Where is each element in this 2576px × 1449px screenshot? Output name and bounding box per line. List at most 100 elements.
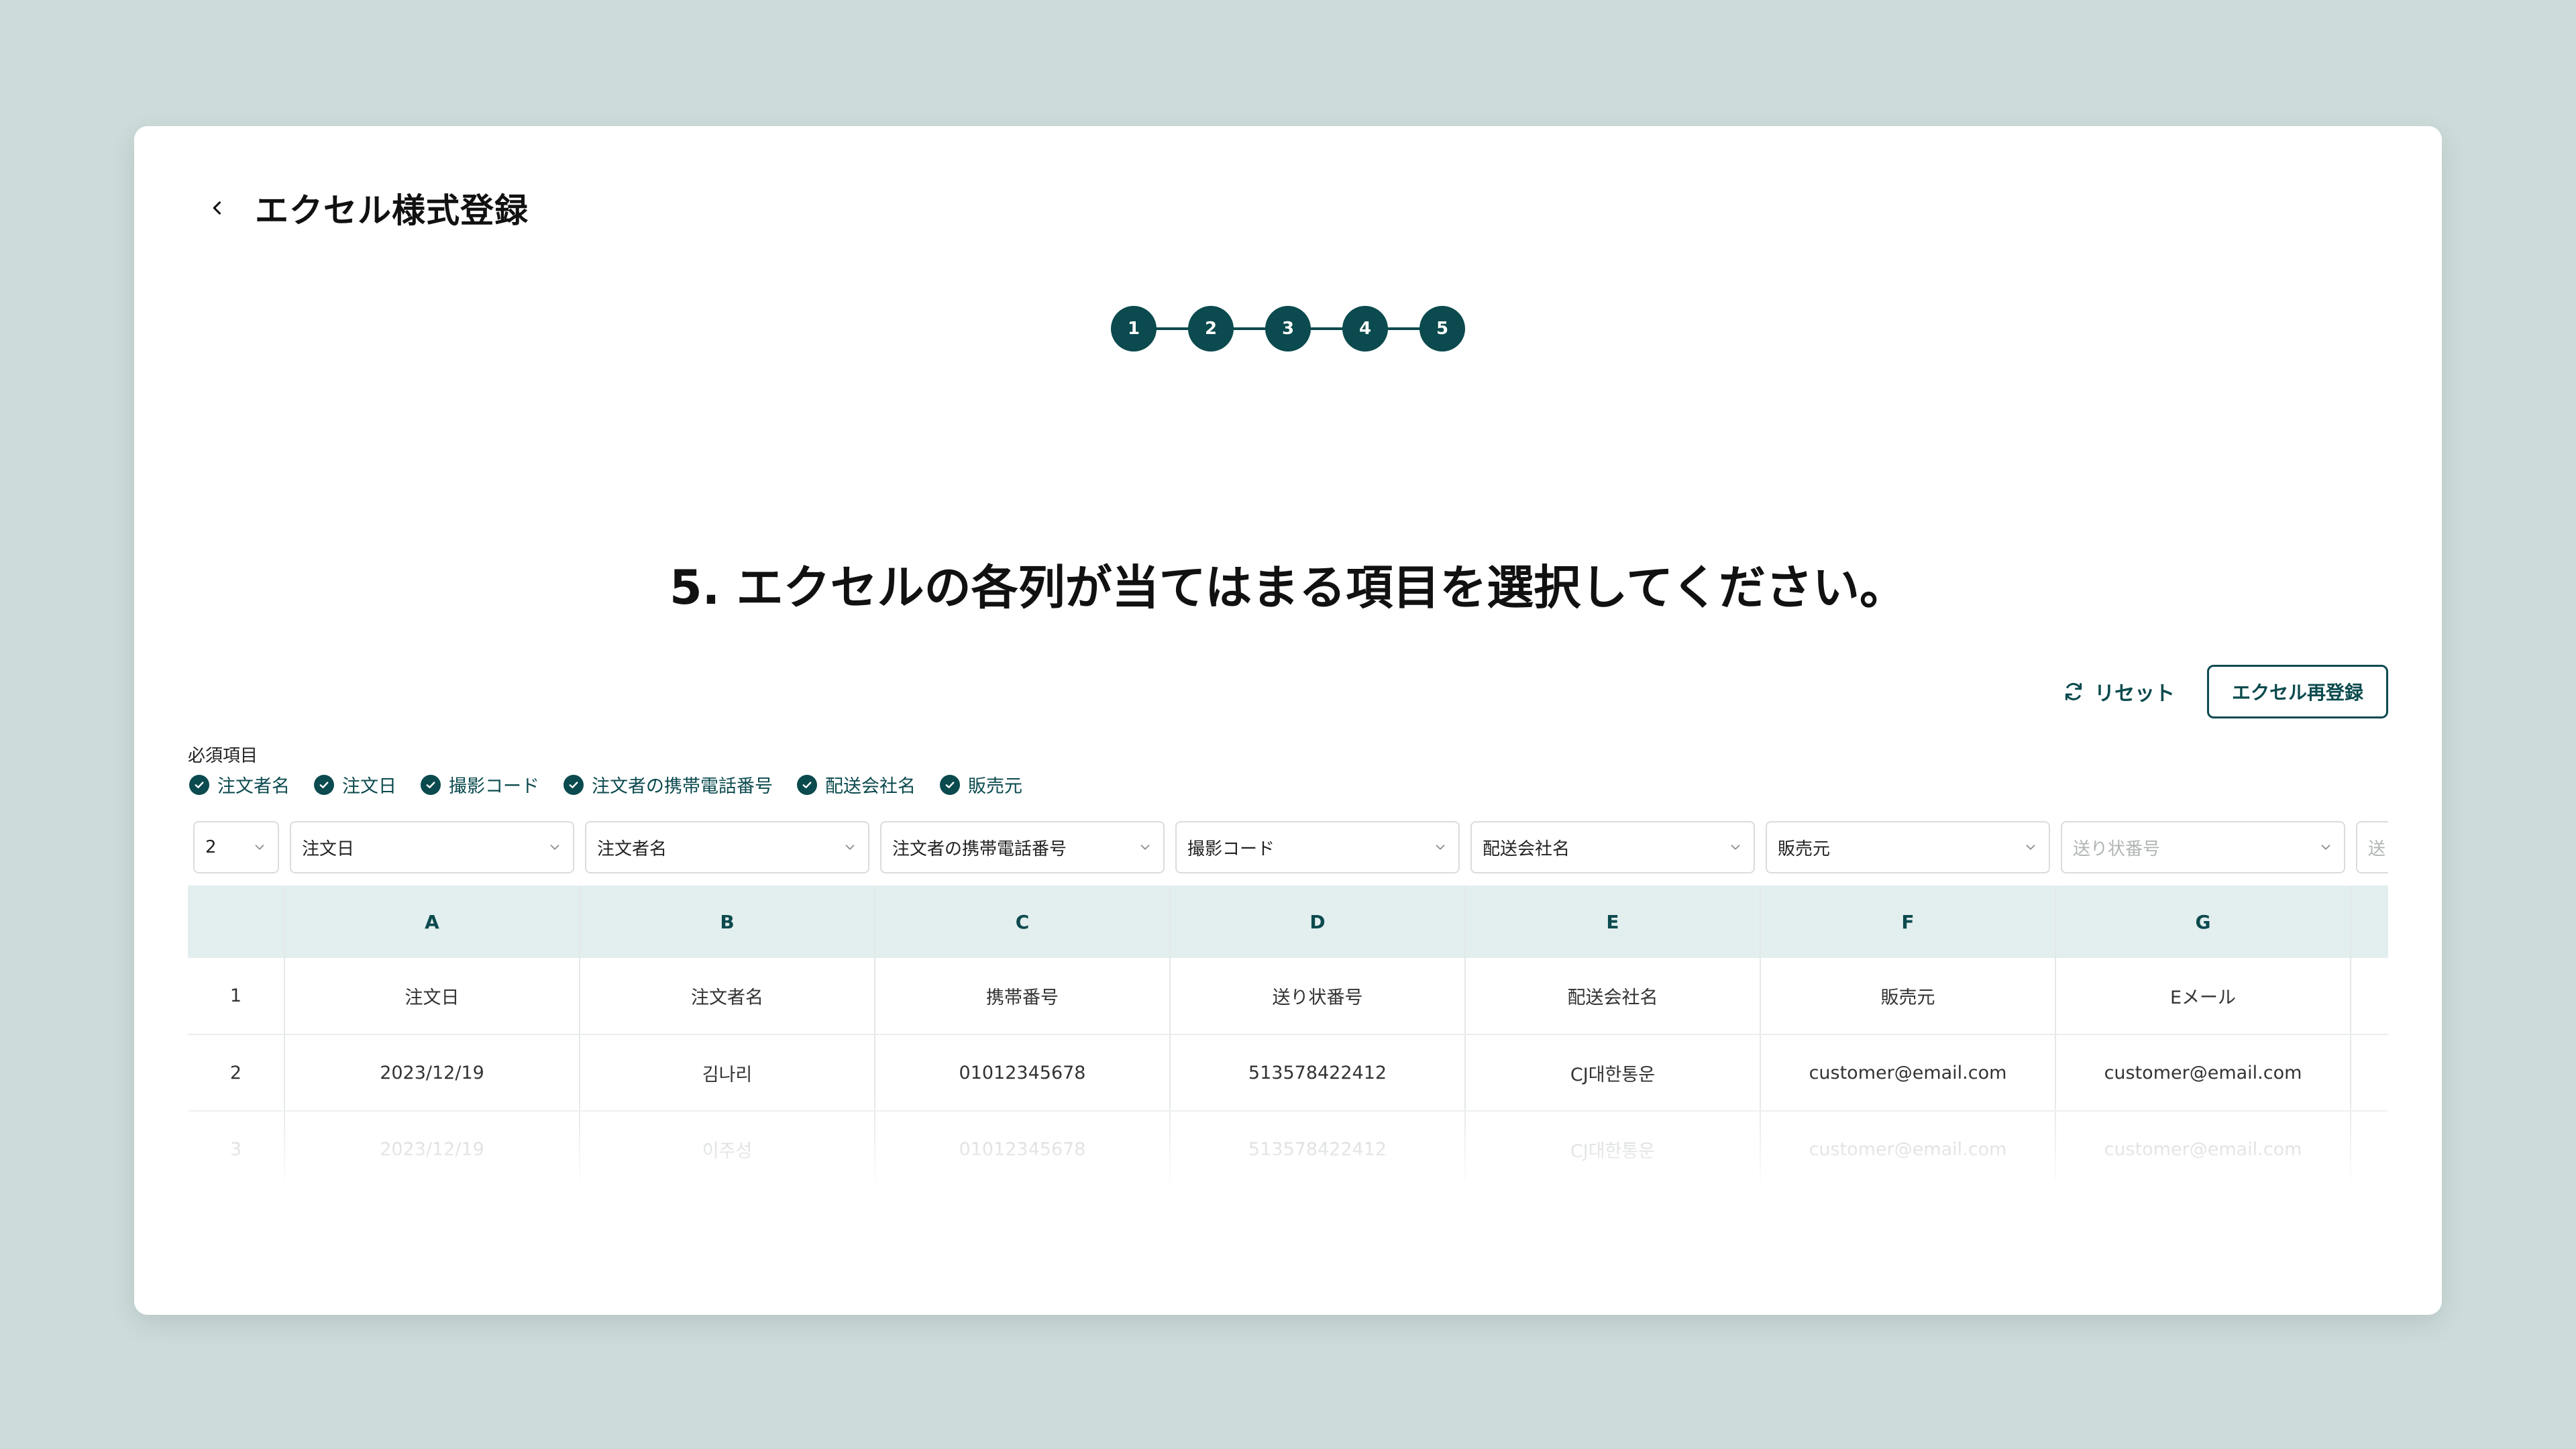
column-select-c[interactable]: 注文者の携帯電話番号: [880, 821, 1165, 873]
required-item-label: 注文者名: [217, 776, 290, 797]
table-row: 3 2023/12/19 이주성 01012345678 51357842241…: [188, 1111, 2388, 1181]
chevron-down-icon: [845, 845, 855, 850]
check-circle-icon: [940, 774, 960, 795]
chevron-down-icon: [1436, 845, 1445, 850]
check-circle-icon: [314, 774, 334, 795]
select-value: 2: [205, 837, 217, 857]
chevron-left-icon: [213, 201, 221, 215]
required-item: 撮影コード: [421, 771, 539, 798]
table-row: 2 2023/12/19 김나리 01012345678 51357842241…: [188, 1034, 2388, 1112]
chevron-down-icon: [255, 845, 264, 850]
table-cell: 01012345678: [875, 1111, 1171, 1181]
table-header-row: A B C D E F G: [188, 885, 2388, 958]
table-cell: customer@email.com: [2055, 1034, 2351, 1112]
step-5[interactable]: 5: [1419, 306, 1465, 352]
header-cell: E: [1465, 885, 1761, 958]
column-select-g[interactable]: 送り状番号: [2061, 821, 2345, 873]
column-select-b[interactable]: 注文者名: [585, 821, 869, 873]
column-select-a[interactable]: 注文日: [290, 821, 574, 873]
row-index: 3: [188, 1111, 285, 1181]
header: エクセル様式登録: [199, 174, 529, 241]
table-cell: 販売元: [1760, 958, 2056, 1035]
required-item: 注文日: [314, 771, 396, 798]
header-cell: G: [2055, 885, 2351, 958]
column-select-h[interactable]: 送り状: [2356, 821, 2388, 873]
check-circle-icon: [564, 774, 584, 795]
header-cell: B: [580, 885, 875, 958]
chevron-down-icon: [1140, 845, 1150, 850]
chevron-down-icon: [1731, 845, 1740, 850]
required-fields-label: 必須項目: [188, 746, 258, 766]
action-bar: リセット エクセル再登録: [2062, 665, 2388, 718]
table-cell: 配送会社名: [1465, 958, 1761, 1035]
step-2[interactable]: 2: [1188, 306, 1234, 352]
table-cell: 01012345678: [875, 1034, 1171, 1112]
check-circle-icon: [421, 774, 441, 795]
excel-preview-table: A B C D E F G 1 注文日 注文者名 携帯番号 送り状番号 配送会社…: [188, 885, 2388, 1181]
step-3[interactable]: 3: [1265, 306, 1311, 352]
table-cell: 2023/12/19: [284, 1034, 580, 1112]
required-item: 配送会社名: [797, 771, 916, 798]
select-placeholder: 送り状番号: [2073, 839, 2161, 859]
modal-card: エクセル様式登録 1 2 3 4 5 5. エクセルの各列が当てはまる項目を選択…: [134, 126, 2442, 1315]
step-4[interactable]: 4: [1342, 306, 1388, 352]
table-cell: [2351, 1111, 2388, 1181]
column-select-e[interactable]: 配送会社名: [1470, 821, 1755, 873]
table-cell: 김나리: [580, 1034, 875, 1112]
back-button[interactable]: [199, 189, 236, 227]
preview-table: A B C D E F G 1 注文日 注文者名 携帯番号 送り状番号 配送会社…: [188, 885, 2388, 1181]
select-value: 配送会社名: [1483, 839, 1570, 859]
required-item-label: 販売元: [968, 776, 1022, 797]
select-value: 注文者の携帯電話番号: [892, 839, 1067, 859]
select-value: 注文日: [302, 839, 355, 859]
table-cell: Eメール: [2055, 958, 2351, 1035]
select-placeholder: 送り状: [2368, 839, 2388, 859]
table-cell: 513578422412: [1170, 1111, 1466, 1181]
row-start-select[interactable]: 2: [193, 821, 279, 873]
column-mapping-selects: 2 注文日 注文者名 注文者の携帯電話番号 撮影コード 配送会社名 販売元 送り…: [188, 821, 2388, 875]
table-row: 1 注文日 注文者名 携帯番号 送り状番号 配送会社名 販売元 Eメール: [188, 958, 2388, 1035]
required-item: 注文者の携帯電話番号: [564, 771, 773, 798]
check-circle-icon: [797, 774, 817, 795]
check-circle-icon: [189, 774, 209, 795]
table-cell: CJ대한통운: [1465, 1034, 1761, 1112]
row-index: 2: [188, 1034, 285, 1112]
required-fields-list: 注文者名 注文日 撮影コード 注文者の携帯電話番号 配送会社名 販売元: [189, 771, 1022, 798]
select-value: 注文者名: [597, 839, 667, 859]
table-cell: 携帯番号: [875, 958, 1171, 1035]
column-select-d[interactable]: 撮影コード: [1175, 821, 1460, 873]
step-question: 5. エクセルの各列が当てはまる項目を選択してください。: [669, 560, 1907, 615]
chevron-down-icon: [550, 845, 559, 850]
column-select-f[interactable]: 販売元: [1766, 821, 2050, 873]
table-cell: [2351, 958, 2388, 1035]
required-item-label: 注文者の携帯電話番号: [592, 776, 773, 797]
table-cell: 送り状番号: [1170, 958, 1466, 1035]
header-cell: C: [875, 885, 1171, 958]
table-cell: customer@email.com: [1760, 1111, 2056, 1181]
page-title: エクセル様式登録: [255, 191, 529, 230]
step-1[interactable]: 1: [1111, 306, 1157, 352]
table-cell: 注文日: [284, 958, 580, 1035]
reset-button[interactable]: リセット: [2062, 677, 2175, 706]
stepper: 1 2 3 4 5: [1111, 306, 1465, 352]
row-index: 1: [188, 958, 285, 1035]
table-cell: CJ대한통운: [1465, 1111, 1761, 1181]
table-cell: 注文者名: [580, 958, 875, 1035]
table-cell: 2023/12/19: [284, 1111, 580, 1181]
table-cell: [2351, 1034, 2388, 1112]
excel-reupload-button[interactable]: エクセル再登録: [2206, 665, 2388, 718]
chevron-down-icon: [2026, 845, 2035, 850]
chevron-down-icon: [2321, 845, 2330, 850]
required-item-label: 注文日: [342, 776, 396, 797]
header-cell: D: [1170, 885, 1466, 958]
header-cell: F: [1760, 885, 2056, 958]
select-value: 販売元: [1778, 839, 1831, 859]
header-cell: A: [284, 885, 580, 958]
table-cell: 513578422412: [1170, 1034, 1466, 1112]
table-cell: 이주성: [580, 1111, 875, 1181]
table-cell: customer@email.com: [1760, 1034, 2056, 1112]
required-item-label: 配送会社名: [825, 776, 916, 797]
reset-label: リセット: [2094, 682, 2175, 706]
required-item: 注文者名: [189, 771, 290, 798]
table-cell: customer@email.com: [2055, 1111, 2351, 1181]
